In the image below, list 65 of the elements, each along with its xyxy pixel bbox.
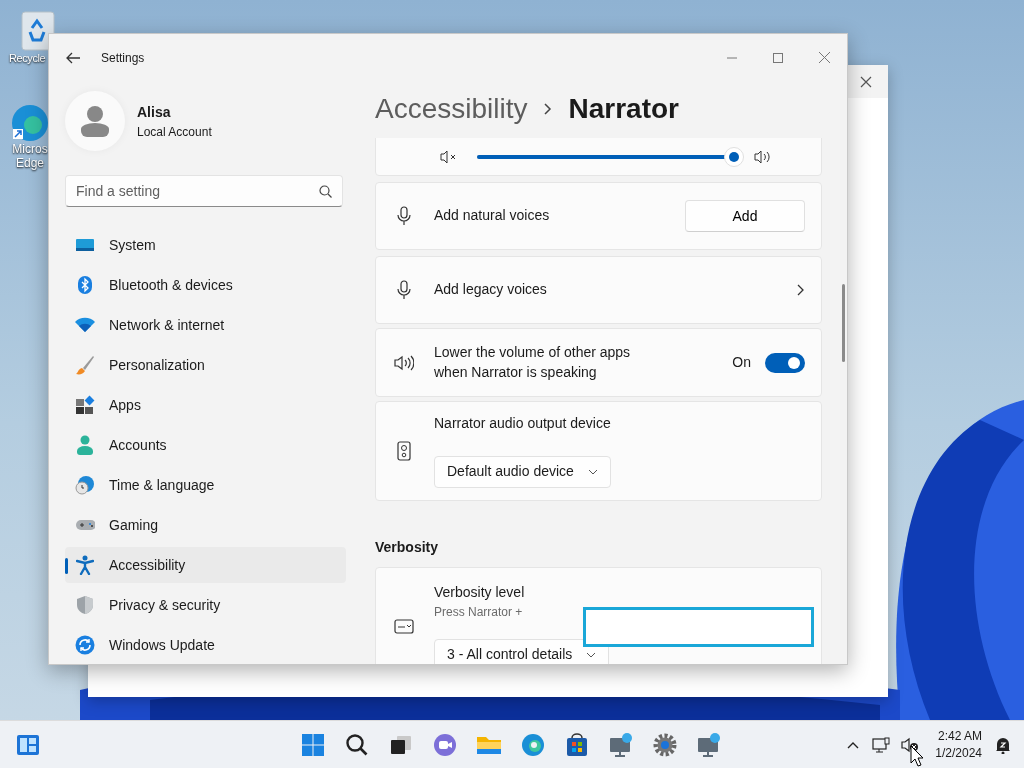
paintbrush-icon xyxy=(75,355,95,375)
maximize-icon xyxy=(773,52,783,63)
setting-label: Verbosity level xyxy=(434,583,526,603)
profile-name: Alisa xyxy=(137,102,172,122)
search-icon xyxy=(319,185,332,198)
desktop-icon-label: Micros Edge xyxy=(11,143,49,171)
person-icon xyxy=(76,435,94,455)
desktop-icon-label: Recycle xyxy=(9,52,47,65)
sidebar-item[interactable]: Windows Update xyxy=(65,627,346,663)
sidebar-item[interactable]: Personalization xyxy=(65,347,346,383)
microphone-icon xyxy=(397,280,411,300)
toggle-state-label: On xyxy=(732,352,751,372)
chevron-right-icon[interactable] xyxy=(797,284,805,296)
toggle-switch[interactable] xyxy=(765,352,805,373)
sidebar-item[interactable]: Network & internet xyxy=(65,307,346,343)
sidebar-item[interactable]: System xyxy=(65,227,346,263)
dropdown[interactable]: Default audio device xyxy=(434,455,611,488)
section-heading: Verbosity xyxy=(375,538,440,557)
sync-icon xyxy=(75,635,95,655)
breadcrumb-parent[interactable]: Accessibility xyxy=(375,87,528,130)
browser-icon[interactable] xyxy=(10,103,50,143)
chevron-down-icon xyxy=(586,651,597,658)
avatar-icon xyxy=(80,105,110,137)
page-title: Narrator xyxy=(568,91,679,126)
list-box-icon xyxy=(394,619,414,635)
clock-time[interactable]: 2:42 AM xyxy=(935,728,982,745)
sidebar-item[interactable]: Bluetooth & devices xyxy=(65,267,346,303)
account-type: Local Account xyxy=(137,123,212,141)
microphone-icon xyxy=(397,206,411,226)
speaker-icon xyxy=(394,354,414,371)
window-title: Settings xyxy=(101,49,145,67)
speaker-box-icon xyxy=(397,441,411,461)
add-button[interactable]: Add xyxy=(685,200,805,232)
setting-label: Lower the volume of other apps when Narrator is speaking xyxy=(434,342,632,382)
sidebar-item[interactable]: Gaming xyxy=(65,507,346,543)
chevron-down-icon xyxy=(587,468,598,475)
sidebar-item[interactable]: Privacy & security xyxy=(65,587,346,623)
setting-description: Press Narrator + xyxy=(434,603,524,621)
chevron-right-icon xyxy=(543,101,553,116)
setting-label: Add natural voices xyxy=(434,206,550,226)
speaker-icon xyxy=(754,150,772,164)
globe-clock-icon xyxy=(75,475,95,495)
sidebar-item[interactable]: Accounts xyxy=(65,427,346,463)
sidebar-item[interactable]: Time & language xyxy=(65,467,346,503)
close-icon[interactable] xyxy=(860,75,872,88)
setting-label: Narrator audio output device xyxy=(434,414,611,434)
slider-thumb[interactable] xyxy=(724,147,745,167)
clock-date[interactable]: 1/2/2024 xyxy=(935,744,982,761)
mouse-cursor-icon xyxy=(910,745,924,767)
bluetooth-icon xyxy=(77,275,93,295)
dropdown[interactable]: 3 - All control details xyxy=(434,638,610,664)
accessibility-icon xyxy=(76,555,94,575)
search-field[interactable]: Find a setting xyxy=(65,175,343,207)
sidebar-item[interactable]: Accessibility xyxy=(65,547,346,583)
game-controller-icon xyxy=(75,518,95,532)
monitor-icon xyxy=(75,237,95,253)
wifi-icon xyxy=(75,317,95,333)
sidebar-item[interactable]: Apps xyxy=(65,387,346,423)
recycle-bin-icon[interactable] xyxy=(18,10,58,52)
setting-label: Add legacy voices xyxy=(434,280,547,300)
close-icon xyxy=(818,52,830,63)
shield-icon xyxy=(76,595,94,615)
scrollbar[interactable] xyxy=(842,284,845,362)
apps-icon xyxy=(75,395,95,415)
mute-icon xyxy=(440,150,458,164)
